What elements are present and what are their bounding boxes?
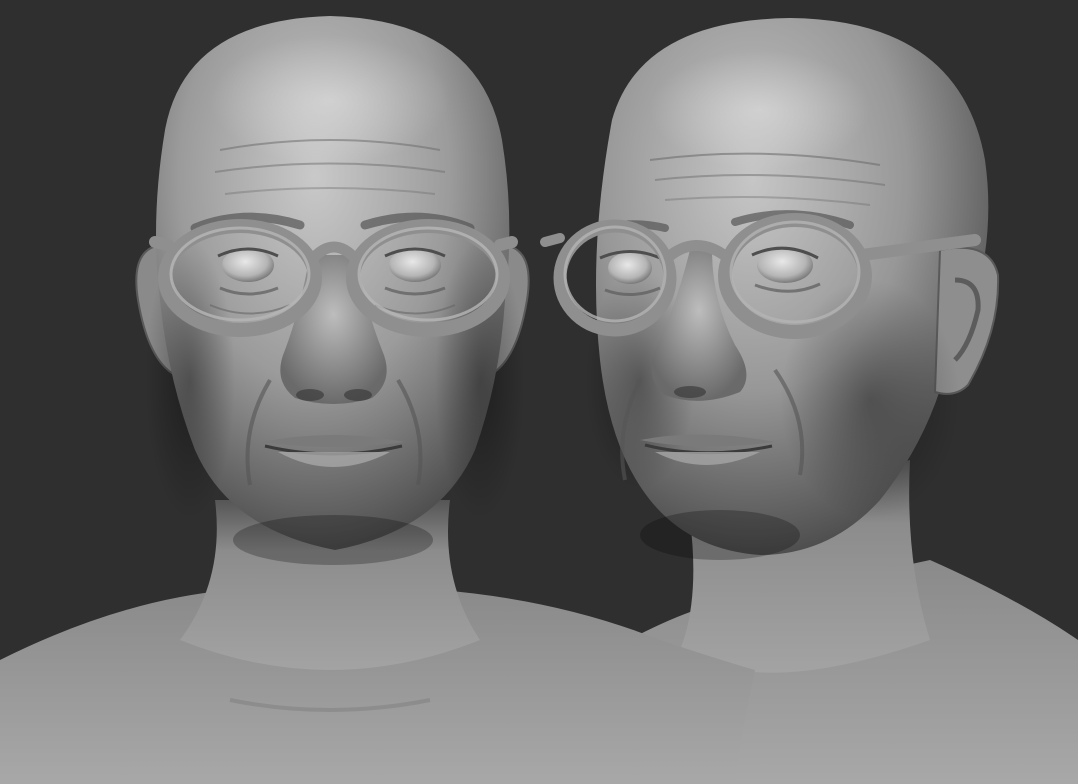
eyeball-left [608,252,652,284]
temple-left [149,236,174,251]
temple-right [494,236,518,251]
forehead-highlight [650,50,870,170]
sculpt-viewport [0,0,1078,784]
cheek-shadow-right [780,280,960,520]
render-canvas [0,0,1078,784]
